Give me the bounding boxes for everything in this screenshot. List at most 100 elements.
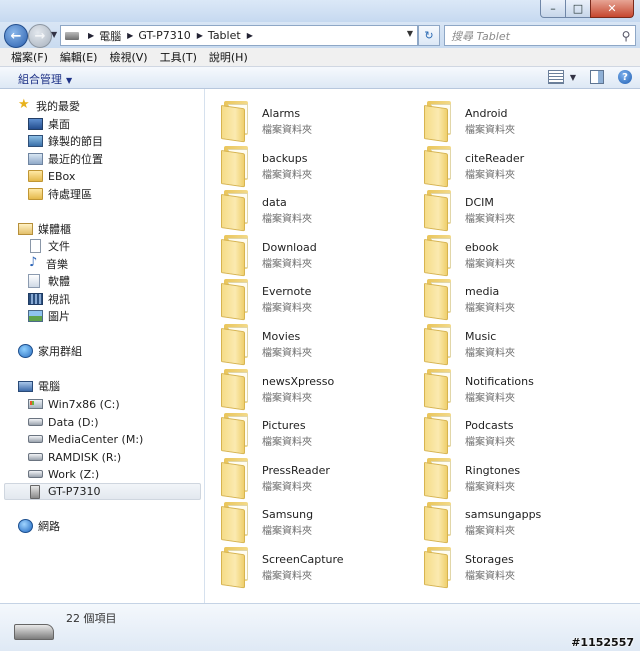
folder-item[interactable]: Alarms 檔案資料夾 (205, 94, 405, 143)
nav-item-pictures[interactable]: 圖片 (28, 308, 70, 324)
breadcrumb-separator-icon[interactable]: ▶ (197, 31, 203, 40)
folder-type: 檔案資料夾 (262, 571, 312, 582)
address-bar[interactable]: ▶ 電腦 ▶ GT-P7310 ▶ Tablet ▶ ▼ (60, 25, 418, 46)
folder-name: ScreenCapture (262, 553, 344, 566)
folder-name: backups (262, 152, 308, 165)
folder-item[interactable]: samsungapps 檔案資料夾 (408, 495, 608, 544)
folder-type: 檔案資料夾 (465, 437, 515, 448)
folder-item[interactable]: Download 檔案資料夾 (205, 228, 405, 277)
nav-item-music[interactable]: 音樂 (28, 255, 68, 272)
nav-network[interactable]: 網路 (18, 518, 60, 534)
folder-item[interactable]: ScreenCapture 檔案資料夾 (205, 540, 405, 589)
search-input[interactable]: 搜尋 Tablet (451, 28, 617, 44)
maximize-button[interactable]: □ (565, 0, 591, 18)
nav-item-drive-c[interactable]: Win7x86 (C:) (28, 396, 120, 412)
nav-item-drive-d[interactable]: Data (D:) (28, 414, 99, 430)
folder-item[interactable]: Podcasts 檔案資料夾 (408, 406, 608, 455)
folder-item[interactable]: media 檔案資料夾 (408, 272, 608, 321)
nav-item-recent-places[interactable]: 最近的位置 (28, 151, 103, 167)
folder-icon (221, 190, 251, 232)
nav-item-drive-m[interactable]: MediaCenter (M:) (28, 431, 143, 447)
change-view-icon[interactable] (547, 70, 564, 84)
folder-item[interactable]: Pictures 檔案資料夾 (205, 406, 405, 455)
folder-item[interactable]: Evernote 檔案資料夾 (205, 272, 405, 321)
folder-item[interactable]: PressReader 檔案資料夾 (205, 451, 405, 500)
organize-label: 組合管理 (18, 73, 62, 86)
folder-type: 檔案資料夾 (262, 393, 312, 404)
view-options-dropdown-icon[interactable]: ▼ (570, 73, 576, 82)
recent-pages-dropdown[interactable]: ▼ (51, 30, 57, 39)
folder-icon (221, 502, 251, 544)
folder-item[interactable]: Movies 檔案資料夾 (205, 317, 405, 366)
folder-name: media (465, 285, 500, 298)
refresh-button[interactable]: ↻ (418, 25, 440, 46)
nav-libraries[interactable]: 媒體櫃 (18, 221, 71, 237)
address-history-dropdown-icon[interactable]: ▼ (407, 29, 413, 38)
nav-item-label: 視訊 (48, 293, 70, 306)
preview-pane-icon[interactable] (590, 70, 604, 84)
search-box[interactable]: 搜尋 Tablet ⚲ (444, 25, 636, 46)
folder-item[interactable]: DCIM 檔案資料夾 (408, 183, 608, 232)
nav-homegroup-label: 家用群組 (38, 345, 82, 358)
nav-item-label: GT-P7310 (48, 485, 101, 498)
nav-item-documents[interactable]: 文件 (28, 238, 70, 254)
breadcrumb-separator-icon[interactable]: ▶ (88, 31, 94, 40)
search-icon[interactable]: ⚲ (617, 29, 635, 43)
nav-item-label: 桌面 (48, 118, 70, 131)
menu-view[interactable]: 檢視(V) (103, 49, 153, 65)
folder-item[interactable]: Samsung 檔案資料夾 (205, 495, 405, 544)
folder-name: Samsung (262, 508, 314, 521)
nav-item-drive-r[interactable]: RAMDISK (R:) (28, 449, 121, 465)
nav-homegroup[interactable]: 家用群組 (18, 343, 82, 359)
menu-edit[interactable]: 編輯(E) (54, 49, 104, 65)
nav-item-pending[interactable]: 待處理區 (28, 186, 92, 202)
folder-item[interactable]: ebook 檔案資料夾 (408, 228, 608, 277)
breadcrumb-folder[interactable]: Tablet (208, 29, 241, 42)
close-button[interactable]: ✕ (590, 0, 634, 18)
nav-favorites[interactable]: 我的最愛 (18, 97, 80, 114)
folder-name: Music (465, 330, 497, 343)
folder-item[interactable]: Music 檔案資料夾 (408, 317, 608, 366)
breadcrumb-separator-icon[interactable]: ▶ (127, 31, 133, 40)
nav-item-drive-z[interactable]: Work (Z:) (28, 466, 99, 482)
nav-item-desktop[interactable]: 桌面 (28, 116, 70, 132)
folder-name: Pictures (262, 419, 306, 432)
folder-icon (221, 101, 251, 143)
menu-file[interactable]: 檔案(F) (0, 49, 54, 65)
nav-item-recorded-tv[interactable]: 錄製的節目 (28, 133, 103, 149)
folder-item[interactable]: backups 檔案資料夾 (205, 139, 405, 188)
folder-name: PressReader (262, 464, 330, 477)
folder-item[interactable]: Storages 檔案資料夾 (408, 540, 608, 589)
organize-button[interactable]: 組合管理 ▼ (18, 71, 72, 87)
minimize-button[interactable]: – (540, 0, 566, 18)
folder-name: Alarms (262, 107, 301, 120)
forward-button[interactable]: → (28, 24, 52, 48)
folder-type: 檔案資料夾 (465, 214, 515, 225)
folder-item[interactable]: Notifications 檔案資料夾 (408, 362, 608, 411)
folder-item[interactable]: Ringtones 檔案資料夾 (408, 451, 608, 500)
folder-type: 檔案資料夾 (465, 482, 515, 493)
back-button[interactable]: ← (4, 24, 28, 48)
help-icon[interactable]: ? (618, 70, 632, 84)
nav-item-label: 最近的位置 (48, 153, 103, 166)
nav-item-videos[interactable]: 視訊 (28, 291, 70, 307)
nav-item-device-selected[interactable]: GT-P7310 (4, 483, 201, 500)
folder-icon (28, 188, 43, 200)
nav-item-ebox[interactable]: EBox (28, 168, 75, 184)
folder-icon (221, 279, 251, 321)
breadcrumb-computer[interactable]: 電腦 (99, 28, 121, 44)
folder-icon (424, 235, 454, 277)
homegroup-icon (18, 344, 33, 358)
breadcrumb-separator-icon[interactable]: ▶ (247, 31, 253, 40)
folder-item[interactable]: data 檔案資料夾 (205, 183, 405, 232)
menu-tools[interactable]: 工具(T) (154, 49, 203, 65)
folder-item[interactable]: Android 檔案資料夾 (408, 94, 608, 143)
folder-item[interactable]: citeReader 檔案資料夾 (408, 139, 608, 188)
menu-help[interactable]: 說明(H) (203, 49, 254, 65)
window-controls: – □ ✕ (540, 0, 634, 18)
nav-computer[interactable]: 電腦 (18, 378, 60, 394)
breadcrumb-device[interactable]: GT-P7310 (138, 29, 190, 42)
folder-item[interactable]: newsXpresso 檔案資料夾 (205, 362, 405, 411)
nav-item-software[interactable]: 軟體 (28, 273, 70, 289)
folder-icon (221, 458, 251, 500)
